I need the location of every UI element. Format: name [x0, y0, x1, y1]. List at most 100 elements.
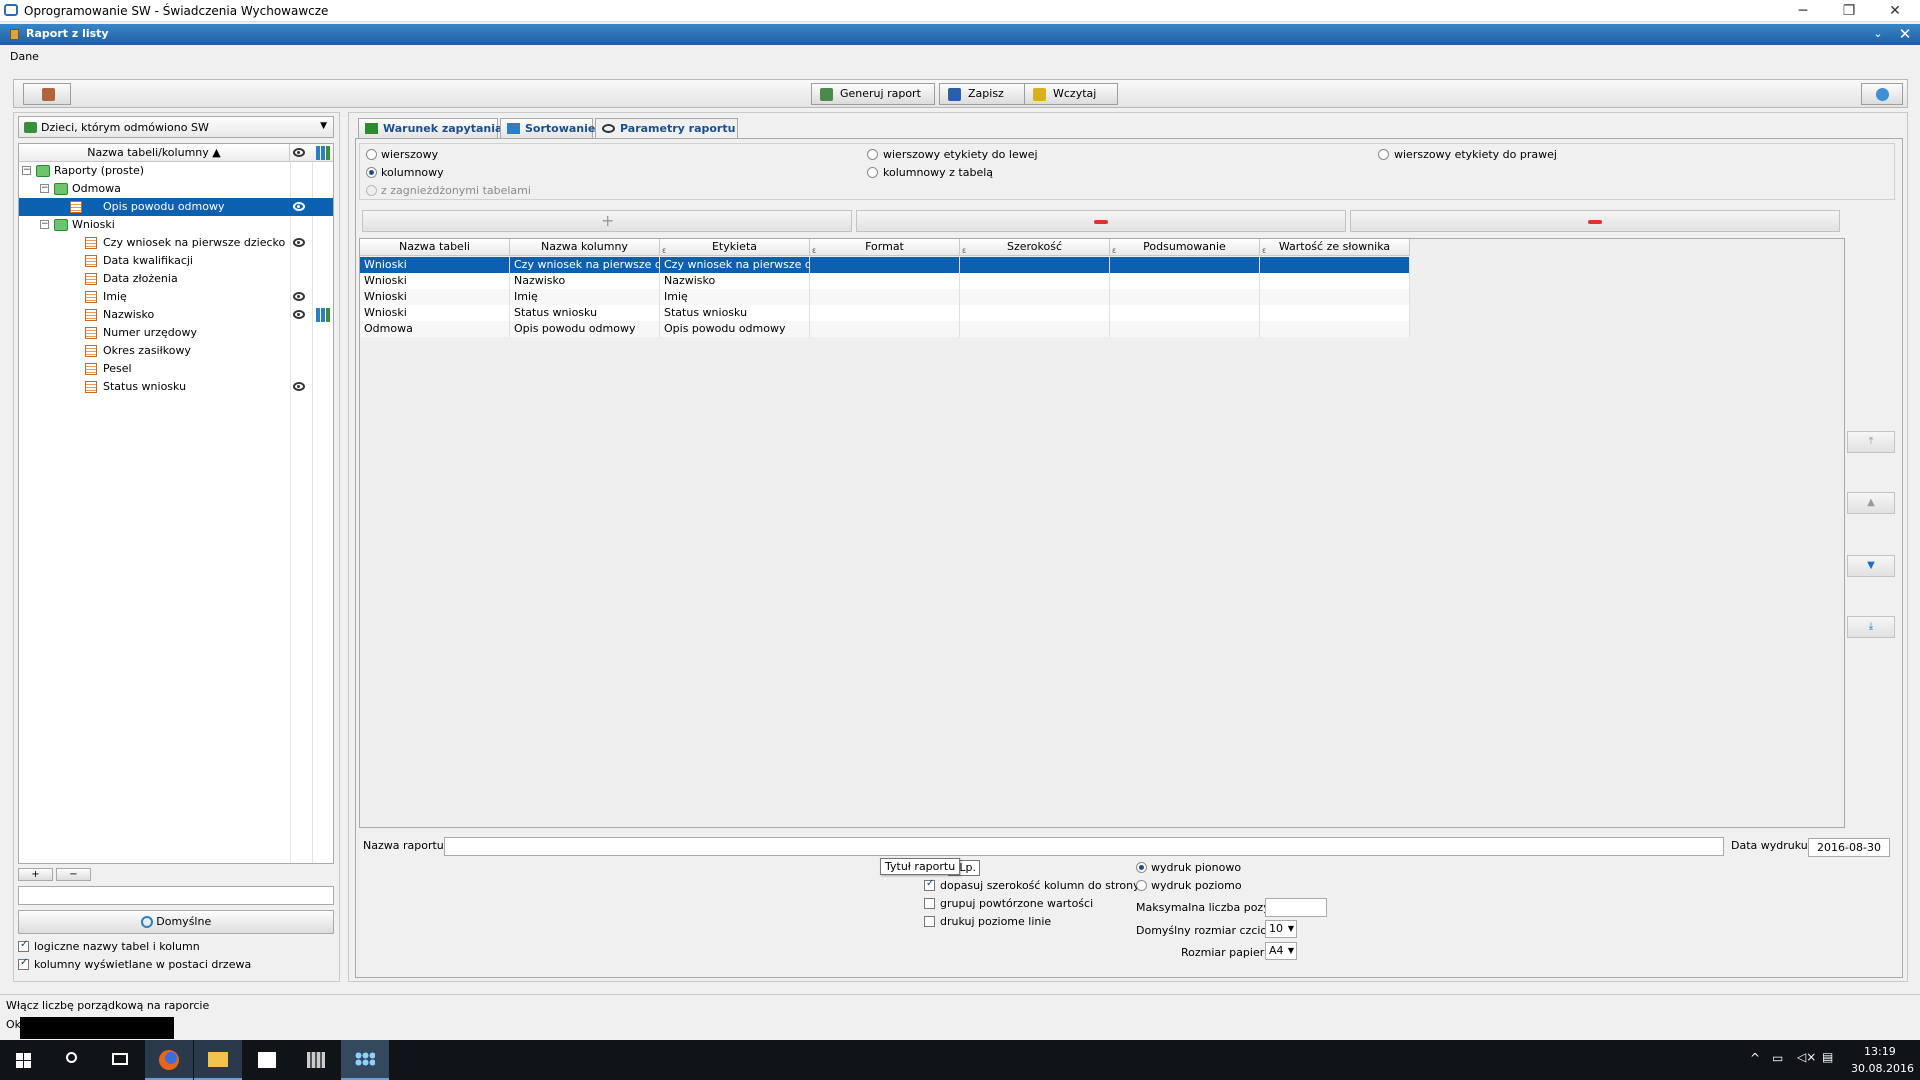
- notification-icon[interactable]: ▤: [1822, 1050, 1833, 1064]
- eye-icon[interactable]: [293, 310, 305, 319]
- radio-wierszowy[interactable]: [366, 149, 377, 160]
- remove-column-button[interactable]: [856, 210, 1346, 232]
- inner-close-icon[interactable]: ✕: [1895, 25, 1915, 43]
- search-button[interactable]: [48, 1040, 96, 1080]
- status-bar-2: Ok: [0, 1014, 1920, 1038]
- print-date-input[interactable]: 2016-08-30: [1808, 838, 1890, 857]
- firefox-button[interactable]: [145, 1040, 193, 1080]
- col-header[interactable]: ε Szerokość: [960, 239, 1110, 256]
- clock-time[interactable]: 13:19: [1864, 1045, 1896, 1058]
- volume-icon[interactable]: ◁×: [1797, 1050, 1816, 1064]
- col-header[interactable]: ε Format: [810, 239, 960, 256]
- explorer-button[interactable]: [194, 1040, 242, 1080]
- table-row[interactable]: Odmowa Opis powodu odmowy Opis powodu od…: [360, 321, 1410, 337]
- radio-zagniezdzone[interactable]: [366, 185, 377, 196]
- tree-item-opis-powodu-odmowy[interactable]: Opis powodu odmowy: [19, 198, 333, 216]
- radio-wierszowy-lewej[interactable]: [867, 149, 878, 160]
- table-icon: [85, 327, 97, 339]
- minimize-button[interactable]: ─: [1780, 0, 1826, 22]
- redacted-block: [20, 1017, 174, 1039]
- tab-sortowanie[interactable]: Sortowanie: [500, 118, 595, 138]
- col-header[interactable]: ε Podsumowanie: [1110, 239, 1260, 256]
- horizontal-lines-checkbox[interactable]: [924, 916, 935, 927]
- col-header[interactable]: ε Wartość ze słownika: [1260, 239, 1410, 256]
- tree-item-okres-zasilkowy[interactable]: Okres zasiłkowy: [19, 342, 333, 360]
- collapse-icon[interactable]: ⌄: [1868, 27, 1888, 40]
- table-row[interactable]: Wnioski Nazwisko Nazwisko: [360, 273, 1410, 289]
- default-button[interactable]: Domyślne: [18, 910, 334, 934]
- tree-item-wnioski[interactable]: − Wnioski: [19, 216, 333, 234]
- remove-all-button[interactable]: [1350, 210, 1840, 232]
- font-size-select[interactable]: 10: [1265, 920, 1297, 938]
- close-button[interactable]: ✕: [1872, 0, 1918, 22]
- network-icon[interactable]: ▭: [1772, 1051, 1783, 1065]
- tree-item-data-zlozenia[interactable]: Data złożenia: [19, 270, 333, 288]
- radio-kolumnowy-tabela[interactable]: [867, 167, 878, 178]
- table-icon: [85, 309, 97, 321]
- tree-columns-checkbox[interactable]: [18, 957, 29, 970]
- generate-report-button[interactable]: Generuj raport: [811, 83, 935, 105]
- col-header[interactable]: Nazwa kolumny: [510, 239, 660, 256]
- tree-header-name[interactable]: Nazwa tabeli/kolumny ▲: [19, 144, 290, 162]
- tab-parametry[interactable]: Parametry raportu: [595, 118, 738, 139]
- move-down-button[interactable]: ▼: [1847, 555, 1895, 577]
- eye-icon[interactable]: [293, 238, 305, 247]
- fit-columns-checkbox[interactable]: [924, 878, 935, 891]
- radio-portrait[interactable]: [1136, 862, 1147, 873]
- store-button[interactable]: [243, 1040, 291, 1080]
- tree-item-nazwisko[interactable]: Nazwisko: [19, 306, 333, 324]
- task-view-button[interactable]: [96, 1040, 144, 1080]
- tree-filter-input[interactable]: [18, 886, 334, 905]
- folder-icon: [208, 1052, 228, 1067]
- tree-item-odmowa[interactable]: − Odmowa: [19, 180, 333, 198]
- start-button[interactable]: [0, 1040, 48, 1080]
- chevron-up-icon[interactable]: ^: [1750, 1051, 1760, 1065]
- load-button[interactable]: Wczytaj: [1024, 83, 1118, 105]
- exit-button[interactable]: [23, 83, 71, 105]
- table-row[interactable]: Wnioski Status wniosku Status wniosku: [360, 305, 1410, 321]
- table-row[interactable]: Wnioski Imię Imię: [360, 289, 1410, 305]
- group-values-checkbox[interactable]: [924, 898, 935, 909]
- clock-date[interactable]: 30.08.2016: [1851, 1062, 1914, 1075]
- tree-item-imie[interactable]: Imię: [19, 288, 333, 306]
- help-button[interactable]: [1861, 83, 1903, 105]
- save-button[interactable]: Zapisz: [939, 83, 1029, 105]
- eye-icon[interactable]: [293, 148, 305, 157]
- maximize-button[interactable]: ❐: [1826, 0, 1872, 22]
- paper-size-select[interactable]: A4: [1265, 942, 1297, 960]
- max-items-input[interactable]: [1265, 898, 1327, 917]
- menu-dane[interactable]: Dane: [10, 50, 39, 63]
- radio-landscape[interactable]: [1136, 880, 1147, 891]
- generate-icon: [820, 88, 833, 101]
- sort-icon[interactable]: [316, 146, 330, 160]
- expand-all-button[interactable]: +: [18, 868, 53, 881]
- view-select[interactable]: Dzieci, którym odmówiono SW ▼: [18, 116, 334, 138]
- collapse-all-button[interactable]: −: [56, 868, 91, 881]
- tree-item-pesel[interactable]: Pesel: [19, 360, 333, 378]
- eye-icon[interactable]: [293, 202, 305, 211]
- tree-item-raporty[interactable]: − Raporty (proste): [19, 162, 333, 180]
- table-row[interactable]: Wnioski Czy wniosek na pierwsze d... Czy…: [360, 257, 1410, 273]
- app-button[interactable]: [292, 1040, 340, 1080]
- tree-item-czy-wniosek[interactable]: Czy wniosek na pierwsze dziecko: [19, 234, 333, 252]
- move-bottom-button[interactable]: ⤓: [1847, 616, 1895, 638]
- add-column-button[interactable]: +: [362, 210, 852, 232]
- tree-item-data-kwalifikacji[interactable]: Data kwalifikacji: [19, 252, 333, 270]
- tree-item-status-wniosku[interactable]: Status wniosku: [19, 378, 333, 396]
- eye-icon[interactable]: [293, 292, 305, 301]
- tab-warunek[interactable]: Warunek zapytania: [358, 118, 502, 138]
- sort-icon[interactable]: [316, 308, 330, 322]
- radio-kolumnowy[interactable]: [366, 167, 377, 178]
- logical-names-checkbox[interactable]: [18, 939, 29, 952]
- col-header[interactable]: ε Etykieta: [660, 239, 810, 256]
- table-icon: [85, 363, 97, 375]
- eye-icon[interactable]: [293, 382, 305, 391]
- report-name-input[interactable]: [444, 837, 1724, 856]
- sw-app-button[interactable]: [341, 1040, 389, 1080]
- col-header[interactable]: Nazwa tabeli: [360, 239, 510, 256]
- move-top-button[interactable]: ⤒: [1847, 431, 1895, 453]
- radio-wierszowy-prawej[interactable]: [1378, 149, 1389, 160]
- filter-icon: [365, 123, 378, 134]
- move-up-button[interactable]: ▲: [1847, 492, 1895, 514]
- tree-item-numer-urzedowy[interactable]: Numer urzędowy: [19, 324, 333, 342]
